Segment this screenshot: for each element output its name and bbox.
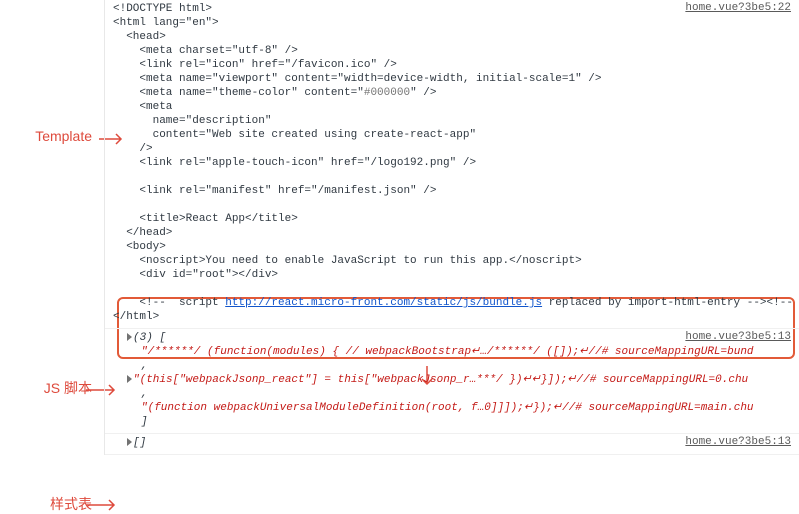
annotation-labels: Template JS 脚本 样式表 <box>0 0 100 514</box>
source-link[interactable]: home.vue?3be5:22 <box>685 2 791 14</box>
script-string-2: "(this["webpackJsonp_react"] = this["web… <box>133 374 748 386</box>
label-template: Template <box>35 128 92 144</box>
console-output: home.vue?3be5:22 <!DOCTYPE html><html la… <box>104 0 799 455</box>
disclosure-triangle-icon[interactable] <box>127 333 132 341</box>
disclosure-triangle-icon[interactable] <box>127 375 132 383</box>
html-source-code: <!DOCTYPE html><html lang="en"> <head> <… <box>113 2 791 324</box>
console-entry-scripts: home.vue?3be5:13 (3) ["/******/ (functio… <box>105 329 799 434</box>
source-link[interactable]: home.vue?3be5:13 <box>685 331 791 343</box>
console-entry-styles: home.vue?3be5:13 [] <box>105 434 799 455</box>
scripts-array: (3) ["/******/ (function(modules) { // w… <box>127 331 791 429</box>
arrow-css <box>84 498 120 512</box>
console-entry-template: home.vue?3be5:22 <!DOCTYPE html><html la… <box>105 0 799 329</box>
bundle-url[interactable]: http://react.micro-front.com/static/js/b… <box>225 297 542 309</box>
script-string-1: "/******/ (function(modules) { // webpac… <box>141 346 754 358</box>
source-link[interactable]: home.vue?3be5:13 <box>685 436 791 448</box>
disclosure-triangle-icon[interactable] <box>127 438 132 446</box>
script-string-3: "(function webpackUniversalModuleDefinit… <box>141 402 754 414</box>
